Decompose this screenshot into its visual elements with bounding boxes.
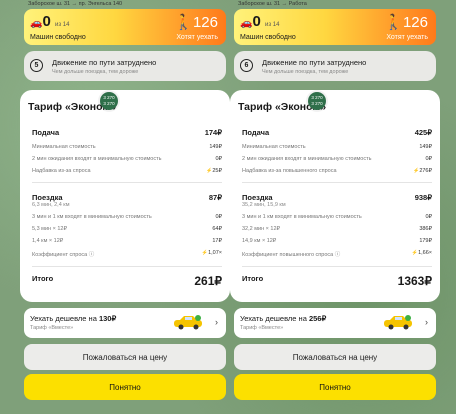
pickup-item: Надбавка из-за спроса ⚡25₽	[32, 168, 222, 174]
route-text: Заборское ш. 31 → Работа	[238, 1, 307, 7]
right-panel: Заборское ш. 31 → Работа 🚗0 из 14 Машин …	[230, 0, 440, 414]
total-row: Итого 261₽	[32, 274, 222, 288]
person-walk-icon: 🚶	[174, 14, 193, 31]
person-walk-icon: 🚶	[384, 14, 403, 31]
complain-button[interactable]: Пожаловаться на цену	[234, 344, 436, 370]
tariff-breakdown: Тариф «Эконом» 3 270 3 270 Подача 174₽ Мин…	[20, 90, 230, 302]
cheaper-text: Уехать дешевле на 256₽	[240, 314, 327, 323]
traffic-title: Движение по пути затруднено	[52, 58, 157, 67]
ride-row: Поездка 87₽	[32, 193, 222, 202]
ride-item: 3 мин и 1 км входят в минимальную стоимо…	[242, 214, 432, 220]
traffic-speed-icon: 6	[240, 59, 253, 72]
cheaper-option[interactable]: Уехать дешевле на 130₽ Тариф «Вместе» ›	[24, 308, 226, 338]
ride-row: Поездка 938₽	[242, 193, 432, 202]
traffic-speed-icon: 5	[30, 59, 43, 72]
info-icon[interactable]: ⓘ	[335, 252, 341, 258]
free-cars-label: Машин свободно	[240, 34, 296, 41]
ride-item: Коэффициент повышенного спроса ⓘ ⚡1,66×	[242, 250, 432, 258]
left-panel: Заборское ш. 31 → пр. Энгельса 140 🚗0 из…	[20, 0, 230, 414]
divider	[242, 266, 432, 267]
ride-item: 3 мин и 1 км входят в минимальную стоимо…	[32, 214, 222, 220]
cheaper-text: Уехать дешевле на 130₽	[30, 314, 117, 323]
pickup-row: Подача 174₽	[32, 128, 222, 137]
free-cars-label: Машин свободно	[30, 34, 86, 41]
want-to-leave-count: 🚶126	[384, 14, 428, 31]
ride-duration: 6,3 мин, 2,4 км	[32, 202, 70, 208]
pickup-item: 2 мин ожидания входят в минимальную стои…	[242, 156, 432, 162]
traffic-subtitle: Чем дольше поездка, тем дороже	[52, 69, 139, 75]
taxi-car-icon	[384, 315, 412, 330]
traffic-subtitle: Чем дольше поездка, тем дороже	[262, 69, 349, 75]
free-cars-count: 🚗0 из 14	[240, 13, 280, 30]
ride-item: 5,3 мин × 12₽ 64₽	[32, 226, 222, 232]
ride-item: 32,2 мин × 12₽ 386₽	[242, 226, 432, 232]
want-to-leave-label: Хотят уехать	[176, 34, 218, 41]
divider	[32, 266, 222, 267]
info-icon[interactable]: ⓘ	[89, 252, 95, 258]
pickup-item: Минимальная стоимость 149₽	[242, 144, 432, 150]
want-to-leave-count: 🚶126	[174, 14, 218, 31]
chevron-right-icon: ›	[425, 317, 428, 327]
chevron-right-icon: ›	[215, 317, 218, 327]
cheaper-tariff: Тариф «Вместе»	[240, 325, 284, 331]
demand-banner: 🚗0 из 14 Машин свободно 🚶126 Хотят уехат…	[234, 9, 436, 45]
ride-item: Коэффициент спроса ⓘ ⚡1,07×	[32, 250, 222, 258]
cheaper-tariff: Тариф «Вместе»	[30, 325, 74, 331]
pickup-item: Минимальная стоимость 149₽	[32, 144, 222, 150]
pickup-item: 2 мин ожидания входят в минимальную стои…	[32, 156, 222, 162]
cheaper-option[interactable]: Уехать дешевле на 256₽ Тариф «Вместе» ›	[234, 308, 436, 338]
route-text: Заборское ш. 31 → пр. Энгельса 140	[28, 1, 123, 7]
tariff-badge: 3 270 3 270	[100, 92, 118, 110]
total-row: Итого 1363₽	[242, 274, 432, 288]
ride-item: 14,9 км × 12₽ 179₽	[242, 238, 432, 244]
ride-item: 1,4 км × 12₽ 17₽	[32, 238, 222, 244]
divider	[32, 182, 222, 183]
demand-banner: 🚗0 из 14 Машин свободно 🚶126 Хотят уехат…	[24, 9, 226, 45]
ok-button[interactable]: Понятно	[234, 374, 436, 400]
traffic-notice: 6 Движение по пути затруднено Чем дольше…	[234, 51, 436, 81]
traffic-title: Движение по пути затруднено	[262, 58, 367, 67]
car-icon: 🚗	[240, 18, 253, 29]
free-cars-count: 🚗0 из 14	[30, 13, 70, 30]
complain-button[interactable]: Пожаловаться на цену	[24, 344, 226, 370]
traffic-notice: 5 Движение по пути затруднено Чем дольше…	[24, 51, 226, 81]
tariff-badge: 3 270 3 270	[308, 92, 326, 110]
divider	[242, 182, 432, 183]
taxi-car-icon	[174, 315, 202, 330]
ride-duration: 35,2 мин, 15,9 км	[242, 202, 286, 208]
ok-button[interactable]: Понятно	[24, 374, 226, 400]
want-to-leave-label: Хотят уехать	[386, 34, 428, 41]
car-icon: 🚗	[30, 18, 43, 29]
pickup-row: Подача 425₽	[242, 128, 432, 137]
tariff-breakdown: Тариф «Эконом» 3 270 3 270 Подача 425₽ Мин…	[230, 90, 440, 302]
pickup-item: Надбавка из-за повышенного спроса ⚡276₽	[242, 168, 432, 174]
